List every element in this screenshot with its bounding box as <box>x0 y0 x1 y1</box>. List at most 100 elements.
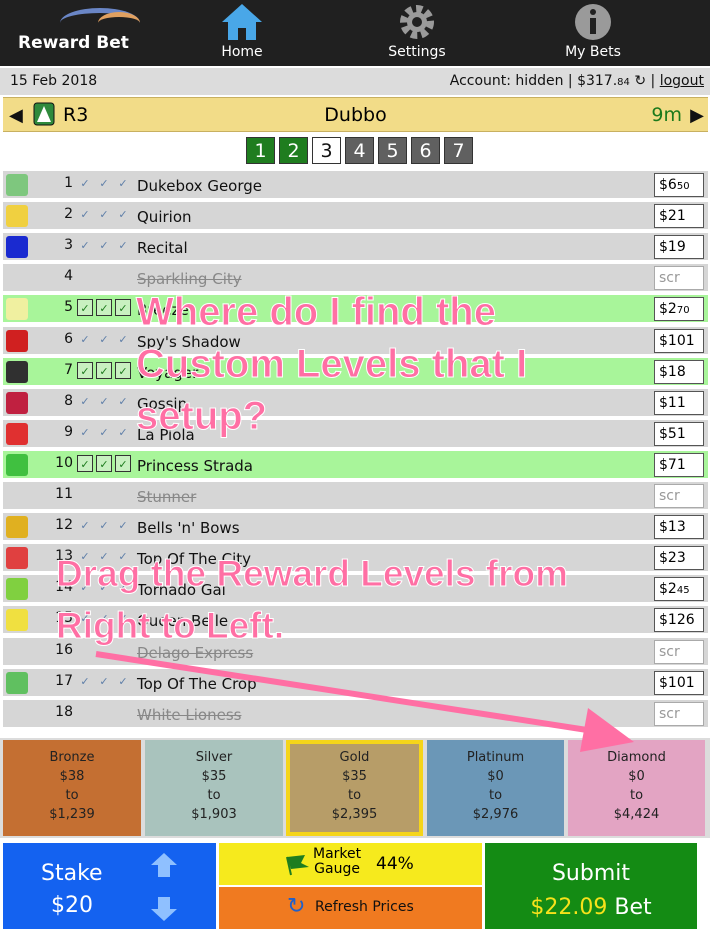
level-to: $4,424 <box>613 807 660 822</box>
place-checkbox-1st[interactable]: ✓ <box>77 673 93 690</box>
place-checkbox-1st[interactable]: ✓ <box>77 454 93 472</box>
price-main: $2 <box>659 301 677 318</box>
level-to: $1,239 <box>49 807 95 822</box>
place-checkbox-1st[interactable]: ✓ <box>77 299 93 317</box>
place-checkbox-2nd[interactable]: ✓ <box>96 206 112 223</box>
place-checkbox-2nd[interactable]: ✓ <box>96 175 112 192</box>
runner-price[interactable]: $71 <box>654 452 704 477</box>
runner-row[interactable]: 3 ✓ ✓ ✓ Recital $19 <box>3 232 708 261</box>
place-checkbox-1st[interactable]: ✓ <box>77 237 93 254</box>
level-silver[interactable]: Silver $35 to $1,903 <box>145 740 283 836</box>
runner-row[interactable]: 2 ✓ ✓ ✓ Quirion $21 <box>3 201 708 230</box>
stake-label: Stake <box>41 861 103 886</box>
submit-suffix: Bet <box>614 895 652 920</box>
runner-price[interactable]: $11 <box>654 390 704 415</box>
price-main: $13 <box>659 519 686 536</box>
race-tab-6[interactable]: 6 <box>411 137 440 164</box>
level-platinum[interactable]: Platinum $0 to $2,976 <box>427 740 564 836</box>
runner-price[interactable]: scr <box>654 484 704 508</box>
price-main: $101 <box>659 332 695 349</box>
place-checkbox-3rd[interactable]: ✓ <box>115 237 131 254</box>
runner-row[interactable]: 1 ✓ ✓ ✓ Dukebox George $650 <box>3 170 708 198</box>
place-checkbox-3rd[interactable]: ✓ <box>115 206 131 223</box>
race-tab-3[interactable]: 3 <box>312 137 341 164</box>
place-checkbox-2nd[interactable]: ✓ <box>96 299 112 317</box>
runner-price[interactable]: $650 <box>654 173 704 197</box>
runner-name: White Lioness <box>137 705 242 724</box>
runner-price[interactable]: $245 <box>654 577 704 602</box>
runner-price[interactable]: $101 <box>654 328 704 353</box>
race-tab-7[interactable]: 7 <box>444 137 473 164</box>
place-checkbox-3rd[interactable]: ✓ <box>115 673 131 690</box>
place-checkbox-3rd[interactable]: ✓ <box>115 299 131 317</box>
submit-bet-button[interactable]: Submit $22.09 Bet <box>485 843 697 929</box>
runner-name: Bells 'n' Bows <box>137 519 240 538</box>
runner-price[interactable]: $23 <box>654 546 704 571</box>
race-tab-4[interactable]: 4 <box>345 137 374 164</box>
runner-row[interactable]: 17 ✓ ✓ ✓ Top Of The Crop $101 <box>3 667 708 696</box>
runner-row[interactable]: 11 Stunner scr <box>3 481 708 509</box>
place-checkbox-3rd[interactable]: ✓ <box>115 517 131 534</box>
race-tab-1[interactable]: 1 <box>246 137 275 164</box>
runner-price[interactable]: scr <box>654 701 704 726</box>
place-checkbox-1st[interactable]: ✓ <box>77 517 93 534</box>
refresh-prices-button[interactable]: ↻ Refresh Prices <box>219 887 482 929</box>
level-gold[interactable]: Gold $35 to $2,395 <box>286 740 423 836</box>
price-main: scr <box>659 705 680 722</box>
next-race-arrow-icon[interactable]: ▶ <box>690 105 704 126</box>
nav-my-bets[interactable]: My Bets <box>548 0 638 66</box>
place-checkbox-1st[interactable]: ✓ <box>77 393 93 410</box>
runner-price[interactable]: scr <box>654 266 704 291</box>
account-balance-cents: 84 <box>617 77 630 88</box>
nav-home[interactable]: Home <box>196 0 288 66</box>
runner-price[interactable]: $51 <box>654 421 704 446</box>
place-checkbox-2nd[interactable]: ✓ <box>96 424 112 441</box>
place-checkbox-2nd[interactable]: ✓ <box>96 517 112 534</box>
place-checkbox-3rd[interactable]: ✓ <box>115 393 131 410</box>
runner-row[interactable]: 10 ✓ ✓ ✓ Princess Strada $71 <box>3 449 708 478</box>
runner-price[interactable]: $126 <box>654 608 704 633</box>
nav-settings[interactable]: Settings <box>370 0 464 66</box>
level-diamond[interactable]: Diamond $0 to $4,424 <box>568 740 705 836</box>
nav-my-bets-label: My Bets <box>565 44 621 60</box>
reward-bet-logo[interactable]: Reward Bet <box>18 8 148 54</box>
refresh-balance-icon[interactable]: ↻ <box>634 73 646 89</box>
place-checkbox-1st[interactable]: ✓ <box>77 424 93 441</box>
place-checkbox-3rd[interactable]: ✓ <box>115 454 131 472</box>
place-checkbox-3rd[interactable]: ✓ <box>115 424 131 441</box>
place-checkbox-2nd[interactable]: ✓ <box>96 237 112 254</box>
runner-price[interactable]: $21 <box>654 204 704 229</box>
stake-up-arrow-icon[interactable] <box>149 851 179 879</box>
race-header: ◀ R3 Dubbo 9m ▶ <box>3 97 708 132</box>
level-bronze[interactable]: Bronze $38 to $1,239 <box>3 740 141 836</box>
runner-price[interactable]: $270 <box>654 297 704 322</box>
runner-number: 6 <box>64 330 73 347</box>
runner-row[interactable]: 12 ✓ ✓ ✓ Bells 'n' Bows $13 <box>3 512 708 541</box>
place-checkbox-1st[interactable]: ✓ <box>77 175 93 192</box>
runner-price[interactable]: scr <box>654 639 704 664</box>
place-checkbox-1st[interactable]: ✓ <box>77 361 93 379</box>
place-checkbox-3rd[interactable]: ✓ <box>115 331 131 348</box>
runner-row[interactable]: 18 White Lioness scr <box>3 698 708 727</box>
race-tab-2[interactable]: 2 <box>279 137 308 164</box>
place-checkbox-2nd[interactable]: ✓ <box>96 331 112 348</box>
place-checkbox-2nd[interactable]: ✓ <box>96 361 112 379</box>
logout-link[interactable]: logout <box>660 73 704 89</box>
price-main: $6 <box>659 177 677 193</box>
place-checkbox-2nd[interactable]: ✓ <box>96 673 112 690</box>
place-checkbox-1st[interactable]: ✓ <box>77 206 93 223</box>
place-checkbox-2nd[interactable]: ✓ <box>96 393 112 410</box>
place-checkbox-3rd[interactable]: ✓ <box>115 175 131 192</box>
place-checkbox-1st[interactable]: ✓ <box>77 331 93 348</box>
level-to: $1,903 <box>191 807 237 822</box>
place-checkboxes: ✓ ✓ ✓ <box>77 454 131 472</box>
stake-panel[interactable]: Stake $20 <box>3 843 216 929</box>
runner-price[interactable]: $18 <box>654 359 704 384</box>
place-checkbox-3rd[interactable]: ✓ <box>115 361 131 379</box>
race-tab-5[interactable]: 5 <box>378 137 407 164</box>
runner-price[interactable]: $19 <box>654 235 704 260</box>
runner-price[interactable]: $13 <box>654 515 704 540</box>
place-checkbox-2nd[interactable]: ✓ <box>96 454 112 472</box>
runner-price[interactable]: $101 <box>654 670 704 695</box>
stake-down-arrow-icon[interactable] <box>149 895 179 923</box>
